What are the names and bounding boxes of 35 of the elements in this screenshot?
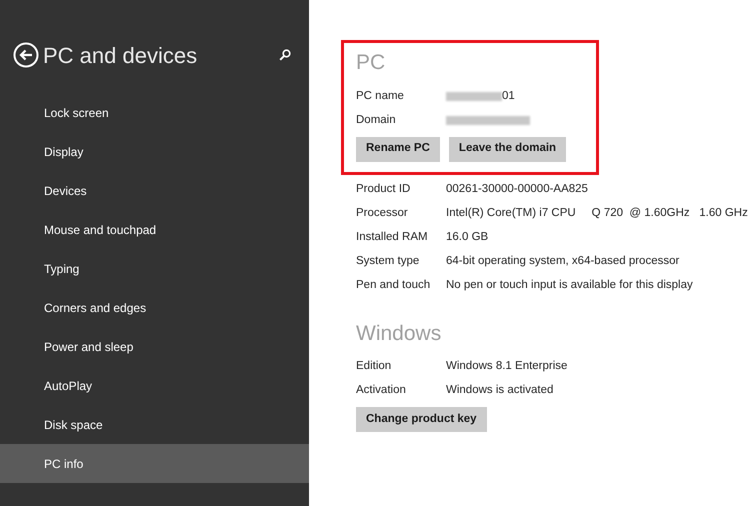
action-button[interactable]: Change product key [356, 407, 487, 432]
nav-item[interactable]: Display [0, 132, 309, 171]
nav-item[interactable]: Corners and edges [0, 288, 309, 327]
field-label: Installed RAM [356, 230, 429, 245]
field-value: Intel(R) Core(TM) i7 CPU Q 720 @ 1.60GHz 1.60 GHz [446, 206, 748, 221]
field-value: 01 [502, 88, 515, 104]
field-label: PC name [356, 88, 405, 104]
field-label: Product ID [356, 182, 412, 197]
sidebar-title: PC and devices [43, 42, 198, 70]
nav-item[interactable]: Devices [0, 171, 309, 210]
field-label: Activation [356, 383, 407, 398]
section-title: Windows [356, 320, 442, 346]
action-button[interactable]: Leave the domain [448, 136, 566, 162]
field-label: Processor [356, 206, 409, 221]
back-icon[interactable] [13, 42, 39, 68]
field-value: 16.0 GB [446, 230, 488, 245]
field-value: Windows 8.1 Enterprise [446, 359, 568, 374]
section-title: PC [356, 50, 386, 76]
field-label: System type [356, 254, 420, 269]
action-button[interactable]: Rename PC [356, 136, 440, 162]
nav-item[interactable]: PC info [0, 444, 309, 483]
field-value: 64-bit operating system, x64-based processor [446, 254, 680, 269]
search-icon[interactable] [279, 49, 291, 61]
nav-item[interactable]: Disk space [0, 405, 309, 444]
nav-item[interactable]: Typing [0, 249, 309, 288]
field-label: Domain [356, 112, 397, 128]
field-value: Windows is activated [446, 383, 554, 398]
field-label: Edition [356, 359, 392, 374]
nav-item[interactable]: Mouse and touchpad [0, 210, 309, 249]
nav-item[interactable]: Lock screen [0, 93, 309, 132]
field-value: No pen or touch input is available for this display [446, 278, 693, 293]
field-value: 00261-30000-00000-AA825 [446, 182, 588, 197]
nav-item[interactable]: Power and sleep [0, 327, 309, 366]
field-label: Pen and touch [356, 278, 432, 293]
nav-item[interactable]: AutoPlay [0, 366, 309, 405]
